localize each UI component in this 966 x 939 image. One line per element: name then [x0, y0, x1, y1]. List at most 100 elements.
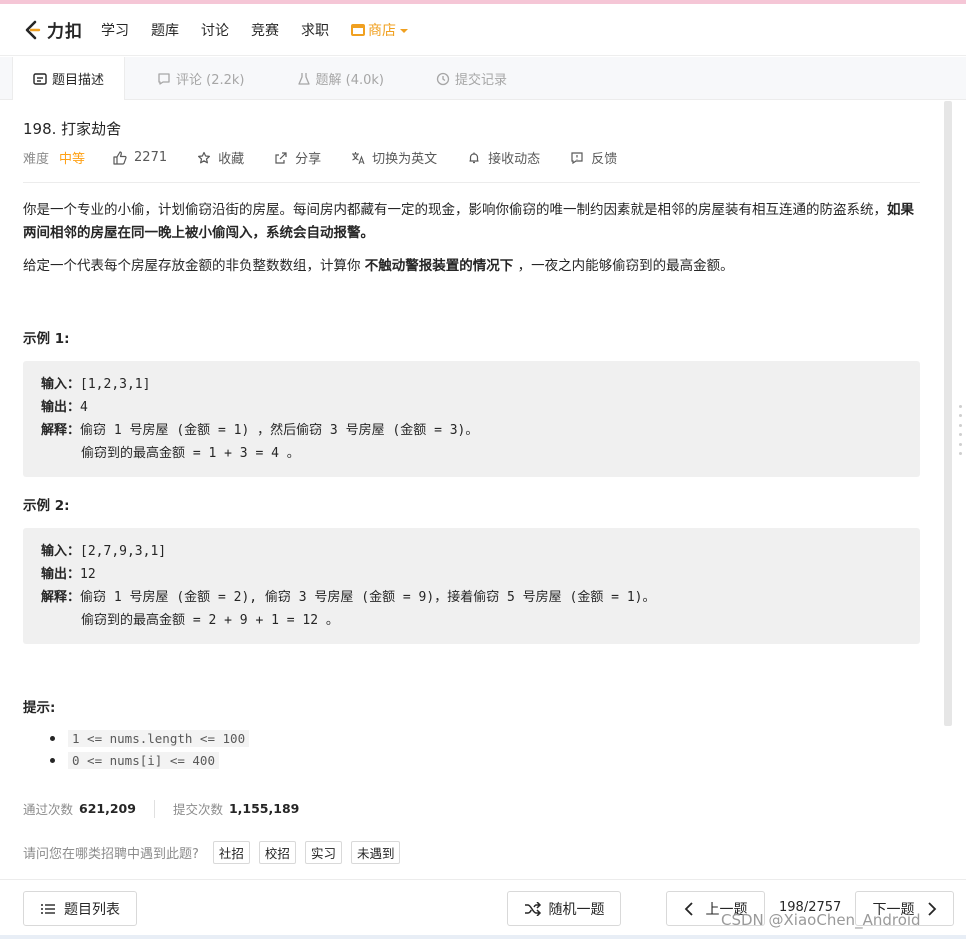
nav-item-shop[interactable]: 商店	[351, 20, 408, 40]
example-1-explain-text: 偷窃 1 号房屋 (金额 = 1) ，然后偷窃 3 号房屋 (金额 = 3)。	[80, 423, 479, 438]
hint-item: 0 <= nums[i] <= 400	[50, 749, 249, 771]
example-2-input-line: 输入：[2,7,9,3,1]	[41, 540, 902, 563]
nav-item-discuss[interactable]: 讨论	[201, 20, 229, 40]
bell-icon	[469, 152, 479, 163]
tab-solutions-label: 题解 (4.0k)	[315, 73, 384, 88]
example-2-explain-label: 解释：	[41, 590, 81, 605]
switch-language-label: 切换为英文	[372, 152, 438, 167]
bottom-accent-strip	[0, 935, 966, 939]
difficulty-label: 难度	[23, 152, 50, 167]
favorite-button[interactable]: 收藏	[197, 148, 244, 167]
bullet-icon	[50, 735, 55, 741]
problem-tabs: 题目描述 评论 (2.2k) 题解 (4.0k) 提交记录	[0, 57, 966, 100]
submission-stats: 通过次数 621,209 提交次数 1,155,189	[23, 799, 299, 818]
example-2-output-line: 输出：12	[41, 563, 902, 586]
description-icon	[33, 72, 47, 85]
hint-code: 1 <= nums.length <= 100	[68, 729, 250, 747]
nav-item-contest[interactable]: 竞赛	[251, 20, 279, 40]
tab-comments-label: 评论 (2.2k)	[176, 73, 245, 88]
bottom-toolbar: 题目列表 随机一题 上一题 198/2757 下一题 CSDN @XiaoChe…	[0, 879, 966, 939]
favorite-label: 收藏	[218, 152, 245, 167]
stats-divider	[153, 799, 155, 818]
like-button[interactable]: 2271	[113, 150, 167, 165]
description-p2-text-end: ，一夜之内能够偷窃到的最高金额。	[513, 258, 734, 274]
shuffle-icon	[524, 901, 541, 916]
hints-title: 提示:	[23, 700, 56, 716]
description-p2-bold: 不触动警报装置的情况下	[364, 258, 514, 274]
example-2-input-value: [2,7,9,3,1]	[80, 544, 167, 559]
example-1-explain-line: 解释：偷窃 1 号房屋 (金额 = 1) ，然后偷窃 3 号房屋 (金额 = 3…	[41, 419, 902, 442]
feedback-label: 反馈	[591, 152, 618, 167]
tab-submissions[interactable]: 提交记录	[416, 57, 527, 100]
comment-icon	[158, 72, 170, 85]
top-navbar: 力扣 学习 题库 讨论 竞赛 求职 商店	[0, 4, 966, 56]
share-button[interactable]: 分享	[274, 148, 321, 167]
description-p1-text: 你是一个专业的小偷，计划偷窃沿街的房屋。每间房内都藏有一定的现金，影响你偷窃的唯…	[23, 202, 887, 218]
meta-divider	[23, 182, 920, 183]
translate-icon	[352, 151, 365, 164]
tab-description-label: 题目描述	[52, 73, 105, 88]
feedback-button[interactable]: 反馈	[570, 148, 617, 167]
example-2-explain-text: 偷窃 1 号房屋 (金额 = 2), 偷窃 3 号房屋 (金额 = 9)，接着偷…	[80, 590, 656, 605]
clock-icon	[436, 72, 450, 85]
difficulty-value: 中等	[59, 152, 86, 167]
tab-submissions-label: 提交记录	[454, 73, 507, 88]
example-2-box: 输入：[2,7,9,3,1] 输出：12 解释：偷窃 1 号房屋 (金额 = 2…	[23, 528, 920, 644]
submitted-value: 1,155,189	[228, 801, 300, 816]
content-scrollbar[interactable]	[944, 101, 952, 726]
description-p2-text: 给定一个代表每个房屋存放金额的非负整数数组，计算你	[23, 258, 365, 274]
star-icon	[198, 151, 211, 163]
survey-option-never[interactable]: 未遇到	[350, 841, 401, 864]
nav-item-jobs[interactable]: 求职	[301, 20, 329, 40]
example-1-title: 示例 1:	[23, 331, 70, 347]
description-paragraph-2: 给定一个代表每个房屋存放金额的非负整数数组，计算你 不触动警报装置的情况下 ，一…	[23, 255, 923, 278]
nav-item-problemset[interactable]: 题库	[151, 20, 179, 40]
survey-option-campus[interactable]: 校招	[258, 841, 296, 864]
problem-meta-bar: 难度 中等 2271 收藏 分享 切换为英文 接收动态 反馈	[23, 148, 647, 167]
description-paragraph-1: 你是一个专业的小偷，计划偷窃沿街的房屋。每间房内都藏有一定的现金，影响你偷窃的唯…	[23, 199, 923, 245]
random-problem-button[interactable]: 随机一题	[507, 891, 621, 926]
survey-option-social[interactable]: 社招	[212, 841, 250, 864]
accepted-label: 通过次数	[23, 802, 74, 817]
example-1-output-label: 输出：	[41, 400, 81, 415]
problem-list-button[interactable]: 题目列表	[23, 891, 137, 926]
like-count: 2271	[134, 150, 168, 165]
flask-icon	[297, 72, 310, 85]
logo-text: 力扣	[47, 22, 83, 42]
example-2-title: 示例 2:	[23, 498, 70, 514]
example-2-output-label: 输出：	[41, 567, 81, 582]
accepted-value: 621,209	[79, 801, 136, 816]
share-icon	[275, 151, 287, 164]
subscribe-label: 接收动态	[488, 152, 541, 167]
leetcode-logo[interactable]: 力扣	[22, 17, 83, 42]
tab-solutions[interactable]: 题解 (4.0k)	[277, 57, 404, 100]
example-2-input-label: 输入：	[41, 544, 81, 559]
hint-item: 1 <= nums.length <= 100	[50, 727, 250, 749]
chevron-right-icon	[927, 901, 936, 916]
recruitment-survey: 请问您在哪类招聘中遇到此题? 社招 校招 实习 未遇到	[23, 841, 409, 864]
nav-item-learn[interactable]: 学习	[101, 20, 129, 40]
tab-description[interactable]: 题目描述	[12, 57, 126, 100]
example-2-output-value: 12	[80, 567, 96, 582]
feedback-icon	[571, 151, 583, 164]
example-2-explain-line: 解释：偷窃 1 号房屋 (金额 = 2), 偷窃 3 号房屋 (金额 = 9)，…	[41, 586, 902, 609]
chevron-left-icon	[684, 901, 693, 916]
tab-comments[interactable]: 评论 (2.2k)	[137, 57, 264, 100]
resize-handle[interactable]	[958, 405, 962, 455]
example-1-output-line: 输出：4	[41, 396, 902, 419]
shop-icon	[351, 23, 365, 36]
switch-language-button[interactable]: 切换为英文	[351, 148, 437, 167]
random-problem-label: 随机一题	[548, 901, 605, 918]
subscribe-button[interactable]: 接收动态	[467, 148, 540, 167]
problem-content: 198. 打家劫舍 难度 中等 2271 收藏 分享 切换为英文 接收动态 反馈	[0, 101, 940, 879]
example-1-input-value: [1,2,3,1]	[80, 377, 151, 392]
share-label: 分享	[295, 152, 322, 167]
example-2-explain-line-2: 偷窃到的最高金额 = 2 + 9 + 1 = 12 。	[81, 613, 339, 628]
survey-option-intern[interactable]: 实习	[304, 841, 342, 864]
example-1-input-line: 输入：[1,2,3,1]	[41, 373, 902, 396]
bullet-icon	[50, 757, 55, 763]
example-1-explain-label: 解释：	[41, 423, 81, 438]
hint-code: 0 <= nums[i] <= 400	[68, 751, 219, 769]
list-icon	[41, 903, 55, 914]
thumbs-up-icon	[113, 150, 127, 165]
